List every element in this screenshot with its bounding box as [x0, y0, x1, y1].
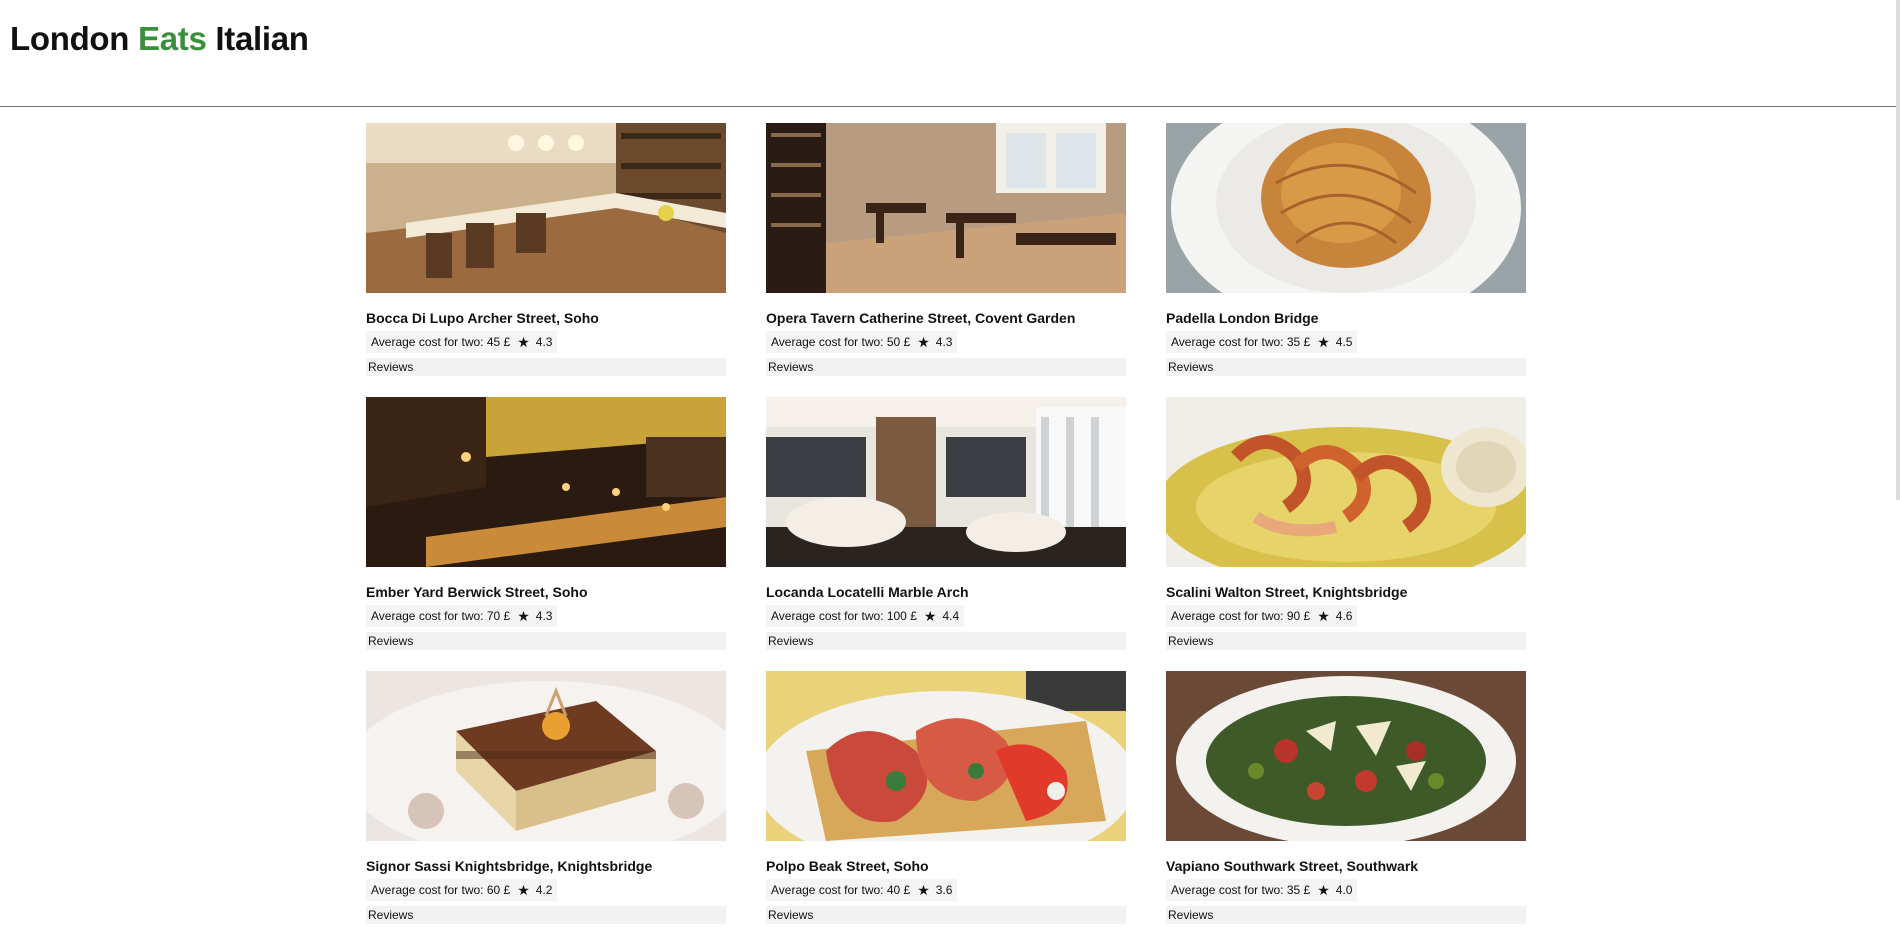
average-cost: Average cost for two: 70 £ — [371, 609, 511, 623]
site-title[interactable]: London Eats Italian — [10, 20, 309, 58]
restaurant-meta: Average cost for two: 35 £ ★ 4.5 — [1166, 331, 1358, 353]
restaurant-name[interactable]: Opera Tavern Catherine Street, Covent Ga… — [766, 309, 1126, 327]
restaurant-photo[interactable] — [1166, 123, 1526, 293]
restaurant-card[interactable]: Scalini Walton Street, Knightsbridge Ave… — [1166, 397, 1526, 651]
reviews-link[interactable]: Reviews — [1166, 632, 1526, 650]
restaurant-card[interactable]: Padella London Bridge Average cost for t… — [1166, 123, 1526, 377]
restaurant-name[interactable]: Polpo Beak Street, Soho — [766, 857, 1126, 875]
restaurant-photo[interactable] — [1166, 397, 1526, 567]
star-icon: ★ — [1317, 334, 1330, 350]
restaurant-card[interactable]: Signor Sassi Knightsbridge, Knightsbridg… — [366, 671, 726, 925]
star-icon: ★ — [517, 334, 530, 350]
restaurant-meta: Average cost for two: 70 £ ★ 4.3 — [366, 605, 558, 627]
restaurant-name[interactable]: Signor Sassi Knightsbridge, Knightsbridg… — [366, 857, 726, 875]
rating-value: 4.6 — [1335, 609, 1353, 623]
restaurant-meta: Average cost for two: 50 £ ★ 4.3 — [766, 331, 958, 353]
restaurant-photo[interactable] — [766, 123, 1126, 293]
restaurant-meta: Average cost for two: 40 £ ★ 3.6 — [766, 879, 958, 901]
star-icon: ★ — [517, 882, 530, 898]
rating-value: 3.6 — [935, 883, 953, 897]
restaurant-name[interactable]: Scalini Walton Street, Knightsbridge — [1166, 583, 1526, 601]
restaurant-name[interactable]: Padella London Bridge — [1166, 309, 1526, 327]
scrollbar[interactable] — [1896, 0, 1900, 500]
title-accent: Eats — [138, 20, 207, 57]
restaurant-grid: Bocca Di Lupo Archer Street, Soho Averag… — [366, 123, 1528, 925]
top-header: London Eats Italian — [0, 0, 1897, 107]
restaurant-name[interactable]: Vapiano Southwark Street, Southwark — [1166, 857, 1526, 875]
reviews-link[interactable]: Reviews — [366, 906, 726, 924]
restaurant-card[interactable]: Bocca Di Lupo Archer Street, Soho Averag… — [366, 123, 726, 377]
restaurant-card[interactable]: Opera Tavern Catherine Street, Covent Ga… — [766, 123, 1126, 377]
average-cost: Average cost for two: 35 £ — [1171, 883, 1311, 897]
restaurant-meta: Average cost for two: 100 £ ★ 4.4 — [766, 605, 965, 627]
restaurant-card[interactable]: Polpo Beak Street, Soho Average cost for… — [766, 671, 1126, 925]
reviews-link[interactable]: Reviews — [766, 632, 1126, 650]
reviews-link[interactable]: Reviews — [766, 906, 1126, 924]
restaurant-photo[interactable] — [766, 397, 1126, 567]
average-cost: Average cost for two: 35 £ — [1171, 335, 1311, 349]
rating-value: 4.3 — [535, 335, 553, 349]
average-cost: Average cost for two: 60 £ — [371, 883, 511, 897]
reviews-link[interactable]: Reviews — [366, 632, 726, 650]
restaurant-meta: Average cost for two: 90 £ ★ 4.6 — [1166, 605, 1358, 627]
restaurant-meta: Average cost for two: 35 £ ★ 4.0 — [1166, 879, 1358, 901]
average-cost: Average cost for two: 45 £ — [371, 335, 511, 349]
title-part-1: London — [10, 20, 139, 57]
restaurant-photo[interactable] — [766, 671, 1126, 841]
star-icon: ★ — [517, 608, 530, 624]
rating-value: 4.3 — [535, 609, 553, 623]
star-icon: ★ — [1317, 608, 1330, 624]
restaurant-name[interactable]: Ember Yard Berwick Street, Soho — [366, 583, 726, 601]
restaurant-photo[interactable] — [366, 671, 726, 841]
title-part-2: Italian — [206, 20, 309, 57]
star-icon: ★ — [923, 608, 937, 624]
reviews-link[interactable]: Reviews — [366, 358, 726, 376]
rating-value: 4.2 — [535, 883, 553, 897]
restaurant-photo[interactable] — [1166, 671, 1526, 841]
restaurant-card[interactable]: Locanda Locatelli Marble Arch Average co… — [766, 397, 1126, 651]
star-icon: ★ — [917, 334, 930, 350]
rating-value: 4.3 — [935, 335, 953, 349]
restaurant-name[interactable]: Bocca Di Lupo Archer Street, Soho — [366, 309, 726, 327]
average-cost: Average cost for two: 40 £ — [771, 883, 911, 897]
restaurant-card[interactable]: Vapiano Southwark Street, Southwark Aver… — [1166, 671, 1526, 925]
restaurant-photo[interactable] — [366, 397, 726, 567]
average-cost: Average cost for two: 50 £ — [771, 335, 911, 349]
rating-value: 4.4 — [942, 609, 960, 623]
reviews-link[interactable]: Reviews — [1166, 358, 1526, 376]
average-cost: Average cost for two: 90 £ — [1171, 609, 1311, 623]
average-cost: Average cost for two: 100 £ — [771, 609, 917, 623]
page: London Eats Italian Bocca Di Lupo Archer… — [0, 0, 1900, 928]
reviews-link[interactable]: Reviews — [766, 358, 1126, 376]
restaurant-photo[interactable] — [366, 123, 726, 293]
rating-value: 4.0 — [1335, 883, 1353, 897]
reviews-link[interactable]: Reviews — [1166, 906, 1526, 924]
star-icon: ★ — [1317, 882, 1330, 898]
rating-value: 4.5 — [1335, 335, 1353, 349]
restaurant-name[interactable]: Locanda Locatelli Marble Arch — [766, 583, 1126, 601]
star-icon: ★ — [917, 882, 930, 898]
restaurant-card[interactable]: Ember Yard Berwick Street, Soho Average … — [366, 397, 726, 651]
restaurant-meta: Average cost for two: 45 £ ★ 4.3 — [366, 331, 558, 353]
restaurant-meta: Average cost for two: 60 £ ★ 4.2 — [366, 879, 558, 901]
